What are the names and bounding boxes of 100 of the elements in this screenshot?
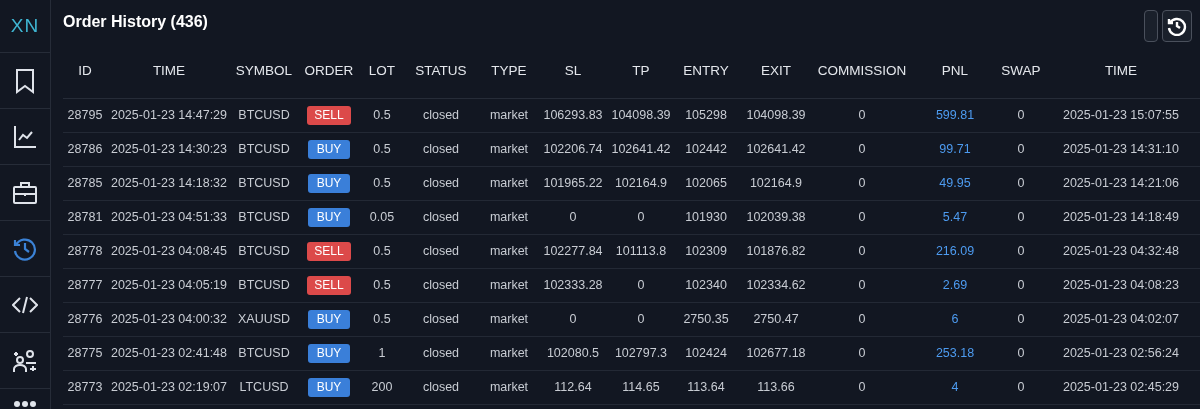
- table-cell: 2025-01-23 14:30:23: [107, 132, 231, 166]
- table-cell: 2025-01-23 04:02:07: [1041, 302, 1200, 336]
- table-cell: 102334.62: [737, 268, 815, 302]
- table-cell: 113.64: [675, 370, 737, 404]
- table-cell: 104098.39: [737, 98, 815, 132]
- order-badge: BUY: [307, 309, 351, 329]
- table-cell: 102277.84: [539, 234, 607, 268]
- briefcase-icon: [13, 181, 37, 204]
- table-cell: 102333.28: [539, 268, 607, 302]
- table-cell: XAUUSD: [231, 302, 297, 336]
- table-cell: closed: [403, 336, 479, 370]
- table-cell: 112.64: [539, 370, 607, 404]
- column-header: COMMISSION: [815, 44, 909, 98]
- table-cell: 0: [815, 370, 909, 404]
- table-cell: closed: [403, 200, 479, 234]
- code-icon: [12, 295, 38, 314]
- table-cell: 0.5: [361, 234, 403, 268]
- table-cell: market: [479, 302, 539, 336]
- table-cell: closed: [403, 370, 479, 404]
- table-cell: 2025-01-23 02:56:24: [1041, 336, 1200, 370]
- order-badge: BUY: [307, 343, 351, 363]
- table-cell: 101930: [675, 200, 737, 234]
- column-header: SWAP: [1001, 44, 1041, 98]
- column-header: ENTRY: [675, 44, 737, 98]
- table-cell: 0: [607, 268, 675, 302]
- table-cell: 28781: [63, 200, 107, 234]
- table-cell: 28795: [63, 98, 107, 132]
- table-cell: 0.5: [361, 268, 403, 302]
- table-cell: 2025-01-23 02:41:48: [107, 336, 231, 370]
- table-cell: 102340: [675, 268, 737, 302]
- table-cell: 102065: [675, 166, 737, 200]
- table-cell: BTCUSD: [231, 200, 297, 234]
- column-header: TP: [607, 44, 675, 98]
- table-cell: 28775: [63, 336, 107, 370]
- table-cell: 2025-01-23 14:47:29: [107, 98, 231, 132]
- column-header: TIME: [107, 44, 231, 98]
- table-cell: 2025-01-23 04:32:48: [1041, 234, 1200, 268]
- table-cell: market: [479, 234, 539, 268]
- table-cell: 6: [909, 302, 1001, 336]
- table-cell: 28773: [63, 370, 107, 404]
- table-cell: closed: [403, 166, 479, 200]
- table-cell: 0: [607, 302, 675, 336]
- table-cell: 0: [1001, 370, 1041, 404]
- table-cell: 0.5: [361, 166, 403, 200]
- table-cell: market: [479, 336, 539, 370]
- table-cell: 2025-01-23 04:00:32: [107, 302, 231, 336]
- table-cell: LTCUSD: [231, 370, 297, 404]
- table-cell: 102797.3: [607, 336, 675, 370]
- table-cell: 599.81: [909, 98, 1001, 132]
- history-button[interactable]: [1162, 10, 1192, 42]
- table-cell: 1: [361, 336, 403, 370]
- table-cell: 216.09: [909, 234, 1001, 268]
- table-cell: 0: [1001, 132, 1041, 166]
- table-cell: 0: [1001, 268, 1041, 302]
- table-cell: 102641.42: [737, 132, 815, 166]
- table-cell: market: [479, 166, 539, 200]
- table-cell: 102309: [675, 234, 737, 268]
- table-cell: 2025-01-23 04:05:19: [107, 268, 231, 302]
- table-cell: 0: [1001, 166, 1041, 200]
- table-cell: 0: [539, 302, 607, 336]
- order-badge: BUY: [307, 173, 351, 193]
- table-cell: 28776: [63, 302, 107, 336]
- table-cell: 0: [815, 132, 909, 166]
- table-cell: 28785: [63, 166, 107, 200]
- order-badge: BUY: [307, 139, 351, 159]
- users-icon: [13, 348, 37, 373]
- table-cell: 2750.35: [675, 302, 737, 336]
- table-cell: 104098.39: [607, 98, 675, 132]
- table-cell: 2025-01-23 04:08:45: [107, 234, 231, 268]
- table-cell: 0: [815, 234, 909, 268]
- column-header: STATUS: [403, 44, 479, 98]
- table-cell: 113.66: [737, 370, 815, 404]
- table-cell: 0.5: [361, 132, 403, 166]
- column-header: SYMBOL: [231, 44, 297, 98]
- table-cell: 101965.22: [539, 166, 607, 200]
- table-cell: closed: [403, 268, 479, 302]
- table-cell: 0: [815, 98, 909, 132]
- nav-item[interactable]: [11, 398, 39, 409]
- table-cell: 102206.74: [539, 132, 607, 166]
- table-cell: 102164.9: [607, 166, 675, 200]
- table-cell: 99.71: [909, 132, 1001, 166]
- table-cell: BTCUSD: [231, 98, 297, 132]
- table-cell: 101113.8: [607, 234, 675, 268]
- table-cell: 28777: [63, 268, 107, 302]
- table-cell: 5.47: [909, 200, 1001, 234]
- table-cell: closed: [403, 132, 479, 166]
- table-cell: 200: [361, 370, 403, 404]
- nav-item[interactable]: [11, 179, 39, 206]
- table-cell: market: [479, 268, 539, 302]
- column-header: PNL: [909, 44, 1001, 98]
- table-cell: 105298: [675, 98, 737, 132]
- table-cell: 2025-01-23 15:07:55: [1041, 98, 1200, 132]
- order-badge: SELL: [307, 275, 351, 295]
- table-cell: BTCUSD: [231, 234, 297, 268]
- table-cell: 0: [815, 166, 909, 200]
- table-cell: 0: [1001, 336, 1041, 370]
- order-badge: SELL: [307, 241, 351, 261]
- table-cell: 253.18: [909, 336, 1001, 370]
- line-chart-icon: [13, 124, 37, 149]
- table-cell: 0.05: [361, 200, 403, 234]
